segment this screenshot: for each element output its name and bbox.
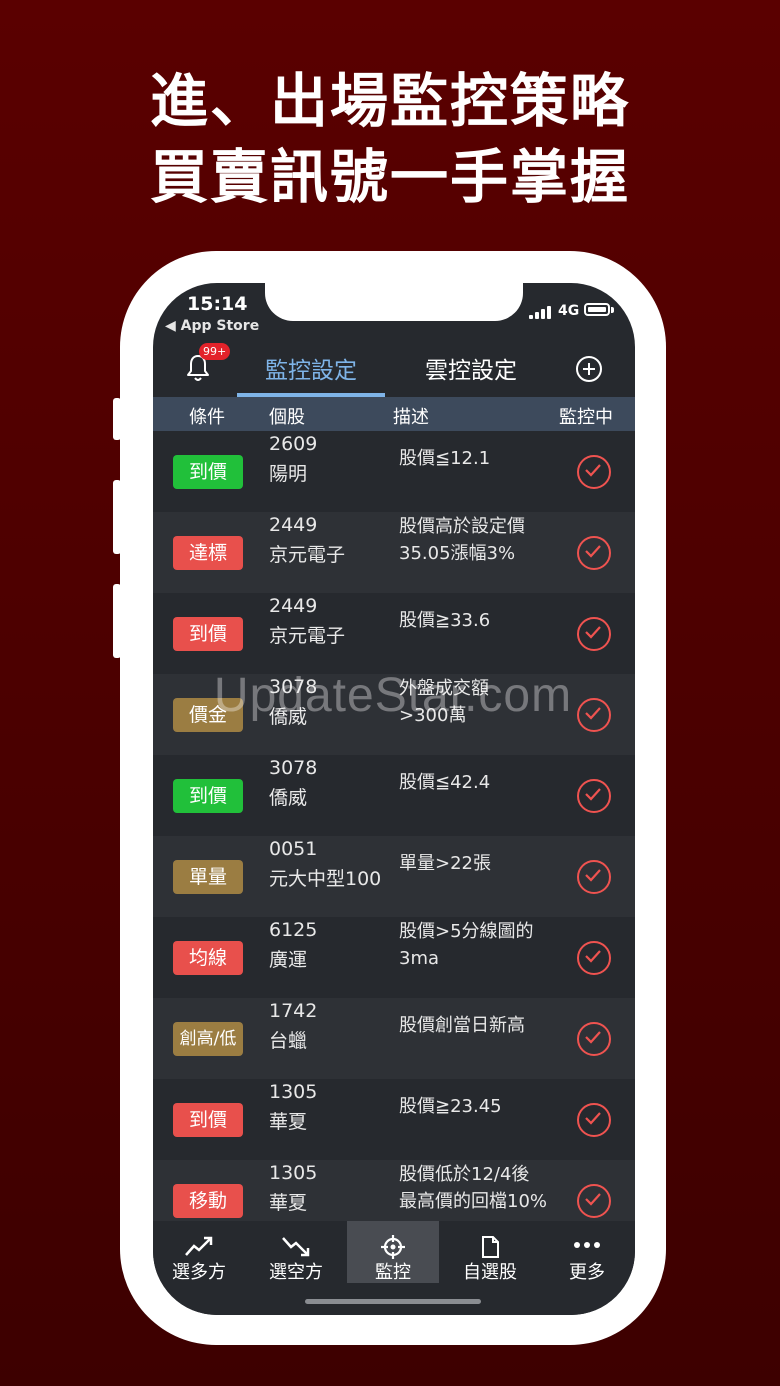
trend-down-icon <box>282 1237 310 1257</box>
condition-tag: 達標 <box>173 536 243 570</box>
condition-description: 股價創當日新高 <box>399 1015 525 1036</box>
bottom-tab-label: 選多方 <box>172 1262 226 1283</box>
battery-icon <box>584 303 610 316</box>
watermark: UpdateStar.com <box>213 669 573 722</box>
bottom-tab-bull-picks[interactable]: 選多方 <box>153 1221 245 1283</box>
bottom-tab-label: 更多 <box>569 1262 605 1283</box>
monitoring-check-icon[interactable] <box>577 536 611 570</box>
condition-description: 股價≦42.4 <box>399 772 491 793</box>
stock-code: 2449 <box>269 595 318 617</box>
crosshair-icon <box>381 1235 405 1259</box>
battery-tip <box>611 307 614 313</box>
condition-description: 股價高於設定價 35.05漲幅3% <box>399 516 525 564</box>
bottom-tab-bear-picks[interactable]: 選空方 <box>250 1221 342 1283</box>
table-row[interactable]: 到價 3078 僑威 股價≦42.4 <box>153 755 635 836</box>
condition-tag: 移動 <box>173 1184 243 1218</box>
stock-code: 6125 <box>269 919 318 941</box>
monitoring-check-icon[interactable] <box>577 1184 611 1218</box>
table-row[interactable]: 單量 0051 元大中型100 單量>22張 <box>153 836 635 917</box>
headline-line-1: 進、出場監控策略 <box>149 67 630 135</box>
monitoring-check-icon[interactable] <box>577 779 611 813</box>
stock-code: 0051 <box>269 838 318 860</box>
table-row[interactable]: 到價 2449 京元電子 股價≧33.6 <box>153 593 635 674</box>
stock-name: 廣運 <box>269 949 308 971</box>
more-dots-icon <box>574 1242 600 1248</box>
column-description: 描述 <box>393 407 429 428</box>
status-time: 15:14 <box>187 293 248 315</box>
condition-description: 單量>22張 <box>399 853 491 874</box>
monitoring-check-icon[interactable] <box>577 455 611 489</box>
signal-icon <box>529 305 553 319</box>
stock-code: 2609 <box>269 433 318 455</box>
stock-name: 京元電子 <box>269 625 346 647</box>
table-header: 條件 個股 描述 監控中 <box>153 397 635 431</box>
table-row[interactable]: 均線 6125 廣運 股價>5分線圖的 3ma <box>153 917 635 998</box>
stock-name: 台蠟 <box>269 1030 308 1052</box>
condition-tag: 到價 <box>173 455 243 489</box>
stock-name: 華夏 <box>269 1192 308 1214</box>
network-type: 4G <box>558 303 580 319</box>
stock-code: 3078 <box>269 757 318 779</box>
bottom-tab-more[interactable]: 更多 <box>541 1221 633 1283</box>
column-stock: 個股 <box>269 407 305 428</box>
condition-tag: 到價 <box>173 779 243 813</box>
condition-tag: 創高/低 <box>173 1022 243 1056</box>
condition-tag: 到價 <box>173 1103 243 1137</box>
monitoring-check-icon[interactable] <box>577 617 611 651</box>
condition-tag: 單量 <box>173 860 243 894</box>
monitoring-check-icon[interactable] <box>577 1022 611 1056</box>
stock-code: 1305 <box>269 1081 318 1103</box>
stock-name: 元大中型100 <box>269 868 382 890</box>
stock-name: 京元電子 <box>269 544 346 566</box>
stock-name: 僑威 <box>269 787 308 809</box>
bottom-tab-monitor[interactable]: 監控 <box>347 1221 439 1283</box>
condition-description: 股價≧23.45 <box>399 1096 502 1117</box>
stock-code: 1742 <box>269 1000 318 1022</box>
document-icon <box>482 1236 499 1258</box>
stock-code: 1305 <box>269 1162 318 1184</box>
bottom-tab-label: 選空方 <box>269 1262 323 1283</box>
notification-badge: 99+ <box>199 343 231 360</box>
condition-tag: 到價 <box>173 617 243 651</box>
bottom-tab-label: 監控 <box>375 1262 411 1283</box>
phone-screen: 15:14 ◀ App Store 4G 99+ 監控設定 雲控設定 條件 個股… <box>153 283 635 1315</box>
add-plus-icon[interactable] <box>576 356 602 382</box>
bottom-tab-label: 自選股 <box>463 1262 517 1283</box>
table-row[interactable]: 到價 2609 陽明 股價≦12.1 <box>153 431 635 512</box>
phone-notch <box>265 283 523 321</box>
monitoring-check-icon[interactable] <box>577 1103 611 1137</box>
monitor-list: 到價 2609 陽明 股價≦12.1 達標 2449 京元電子 股價高於設定價 35.05漲幅… <box>153 431 635 1241</box>
column-condition: 條件 <box>189 407 225 428</box>
tab-cloud-settings[interactable]: 雲控設定 <box>425 351 517 385</box>
monitoring-check-icon[interactable] <box>577 860 611 894</box>
monitoring-check-icon[interactable] <box>577 941 611 975</box>
table-row[interactable]: 到價 1305 華夏 股價≧23.45 <box>153 1079 635 1160</box>
headline-line-2: 買賣訊號一手掌握 <box>149 143 630 211</box>
back-to-app-store-link[interactable]: ◀ App Store <box>165 318 259 334</box>
condition-description: 股價≧33.6 <box>399 610 491 631</box>
condition-description: 股價低於12/4後 最高價的回檔10% <box>399 1164 548 1212</box>
table-row[interactable]: 達標 2449 京元電子 股價高於設定價 35.05漲幅3% <box>153 512 635 593</box>
condition-tag: 均線 <box>173 941 243 975</box>
stock-name: 陽明 <box>269 463 308 485</box>
column-monitoring: 監控中 <box>559 407 613 428</box>
table-row[interactable]: 創高/低 1742 台蠟 股價創當日新高 <box>153 998 635 1079</box>
top-nav: 99+ 監控設定 雲控設定 <box>153 341 635 397</box>
tab-monitor-settings[interactable]: 監控設定 <box>265 351 357 385</box>
trend-up-icon <box>185 1236 213 1256</box>
stock-code: 2449 <box>269 514 318 536</box>
stock-name: 華夏 <box>269 1111 308 1133</box>
home-indicator <box>305 1299 481 1304</box>
bottom-tab-watchlist[interactable]: 自選股 <box>444 1221 536 1283</box>
condition-description: 股價>5分線圖的 3ma <box>399 921 534 969</box>
condition-description: 股價≦12.1 <box>399 448 491 469</box>
